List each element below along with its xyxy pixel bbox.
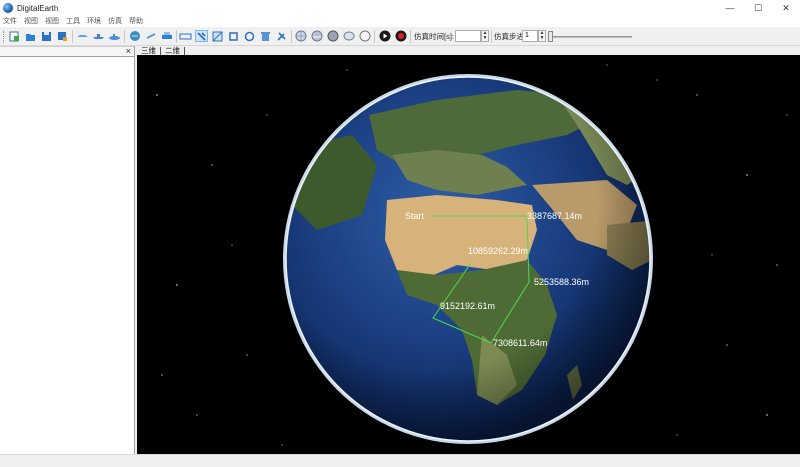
toolbar-separator — [72, 30, 73, 43]
pointer-icon[interactable] — [195, 30, 208, 42]
crop-icon[interactable] — [227, 30, 240, 42]
toolbar-separator — [374, 30, 375, 43]
open-folder-icon[interactable] — [24, 30, 37, 42]
panel-header: × — [0, 46, 134, 57]
window-controls: — ☐ ✕ — [716, 0, 800, 16]
sim-step-slider-track[interactable] — [548, 36, 632, 38]
toolbar-separator — [410, 30, 411, 43]
panel-close-icon[interactable]: × — [126, 46, 131, 56]
menu-bar: 文件 视图 视图 工具 环境 仿真 帮助 — [0, 16, 800, 27]
settings-tools-icon[interactable] — [275, 30, 288, 42]
cloud-icon[interactable] — [310, 30, 323, 42]
toolbar-separator — [291, 30, 292, 43]
tab-3d[interactable]: 三维 — [137, 46, 161, 55]
view-tabs: 三维 二维 — [137, 46, 800, 55]
menu-view-2[interactable]: 视图 — [45, 16, 59, 27]
menu-help[interactable]: 帮助 — [129, 16, 143, 27]
toolbar-separator — [176, 30, 177, 43]
measure-segment-1: 3387687.14m — [527, 211, 582, 221]
measure-segment-3: 5253588.36m — [534, 277, 589, 287]
status-bar — [0, 454, 800, 467]
window-title: DigitalEarth — [17, 3, 59, 13]
app-globe-icon — [3, 3, 13, 13]
tab-2d[interactable]: 二维 — [161, 46, 185, 55]
main-toolbar: 仿真时间[s]: ▲ ▼ 仿真步进: 1 ▲ ▼ — [0, 27, 800, 46]
ruler-icon[interactable] — [179, 30, 192, 42]
vehicle-icon[interactable] — [160, 30, 173, 42]
toolbar-separator — [124, 30, 125, 43]
aircraft-icon[interactable] — [76, 30, 89, 42]
sim-step-spinner[interactable]: ▲ ▼ — [538, 30, 546, 42]
sphere-icon[interactable] — [326, 30, 339, 42]
menu-environment[interactable]: 环境 — [87, 16, 101, 27]
maximize-button[interactable]: ☐ — [744, 0, 772, 16]
menu-simulation[interactable]: 仿真 — [108, 16, 122, 27]
application-window: DigitalEarth — ☐ ✕ 文件 视图 视图 工具 环境 仿真 帮助 — [0, 0, 800, 467]
measure-segment-5: 7308611.64m — [493, 338, 547, 348]
sim-step-input[interactable]: 1 — [522, 30, 538, 42]
ocean-icon[interactable] — [342, 30, 355, 42]
toolbar-separator — [491, 30, 492, 43]
menu-view-1[interactable]: 视图 — [24, 16, 38, 27]
globe-viewport[interactable]: Start 3387687.14m 10859262.29m 5253588.3… — [137, 55, 800, 454]
globe-scene[interactable]: Start 3387687.14m 10859262.29m 5253588.3… — [137, 55, 800, 454]
ship-icon[interactable] — [92, 30, 105, 42]
new-file-icon[interactable] — [8, 30, 21, 42]
menu-file[interactable]: 文件 — [3, 16, 17, 27]
measure-segment-4: 9152192.61m — [440, 301, 495, 311]
sim-step-slider-thumb[interactable] — [548, 31, 553, 42]
area-measure-icon[interactable] — [211, 30, 224, 42]
left-dock-panel: × — [0, 46, 135, 454]
delete-icon[interactable] — [259, 30, 272, 42]
play-icon[interactable] — [378, 30, 391, 42]
globe-grid-icon[interactable] — [294, 30, 307, 42]
measure-segment-2: 10859262.29m — [468, 246, 528, 256]
minimize-button[interactable]: — — [716, 0, 744, 16]
menu-tools[interactable]: 工具 — [66, 16, 80, 27]
globe-add-icon[interactable] — [128, 30, 141, 42]
record-icon[interactable] — [394, 30, 407, 42]
save-as-icon[interactable] — [56, 30, 69, 42]
sim-time-label: 仿真时间[s]: — [414, 32, 455, 41]
satellite-icon[interactable] — [144, 30, 157, 42]
toolbar-grip[interactable] — [3, 31, 5, 43]
compass-icon[interactable] — [358, 30, 371, 42]
rotate-icon[interactable] — [243, 30, 256, 42]
sim-time-input[interactable] — [455, 30, 481, 42]
measure-start-label: Start — [405, 211, 425, 221]
close-button[interactable]: ✕ — [772, 0, 800, 16]
sim-time-spinner[interactable]: ▲ ▼ — [481, 30, 489, 42]
continents — [286, 77, 650, 441]
save-icon[interactable] — [40, 30, 53, 42]
title-bar: DigitalEarth — ☐ ✕ — [0, 0, 800, 16]
submarine-icon[interactable] — [108, 30, 121, 42]
